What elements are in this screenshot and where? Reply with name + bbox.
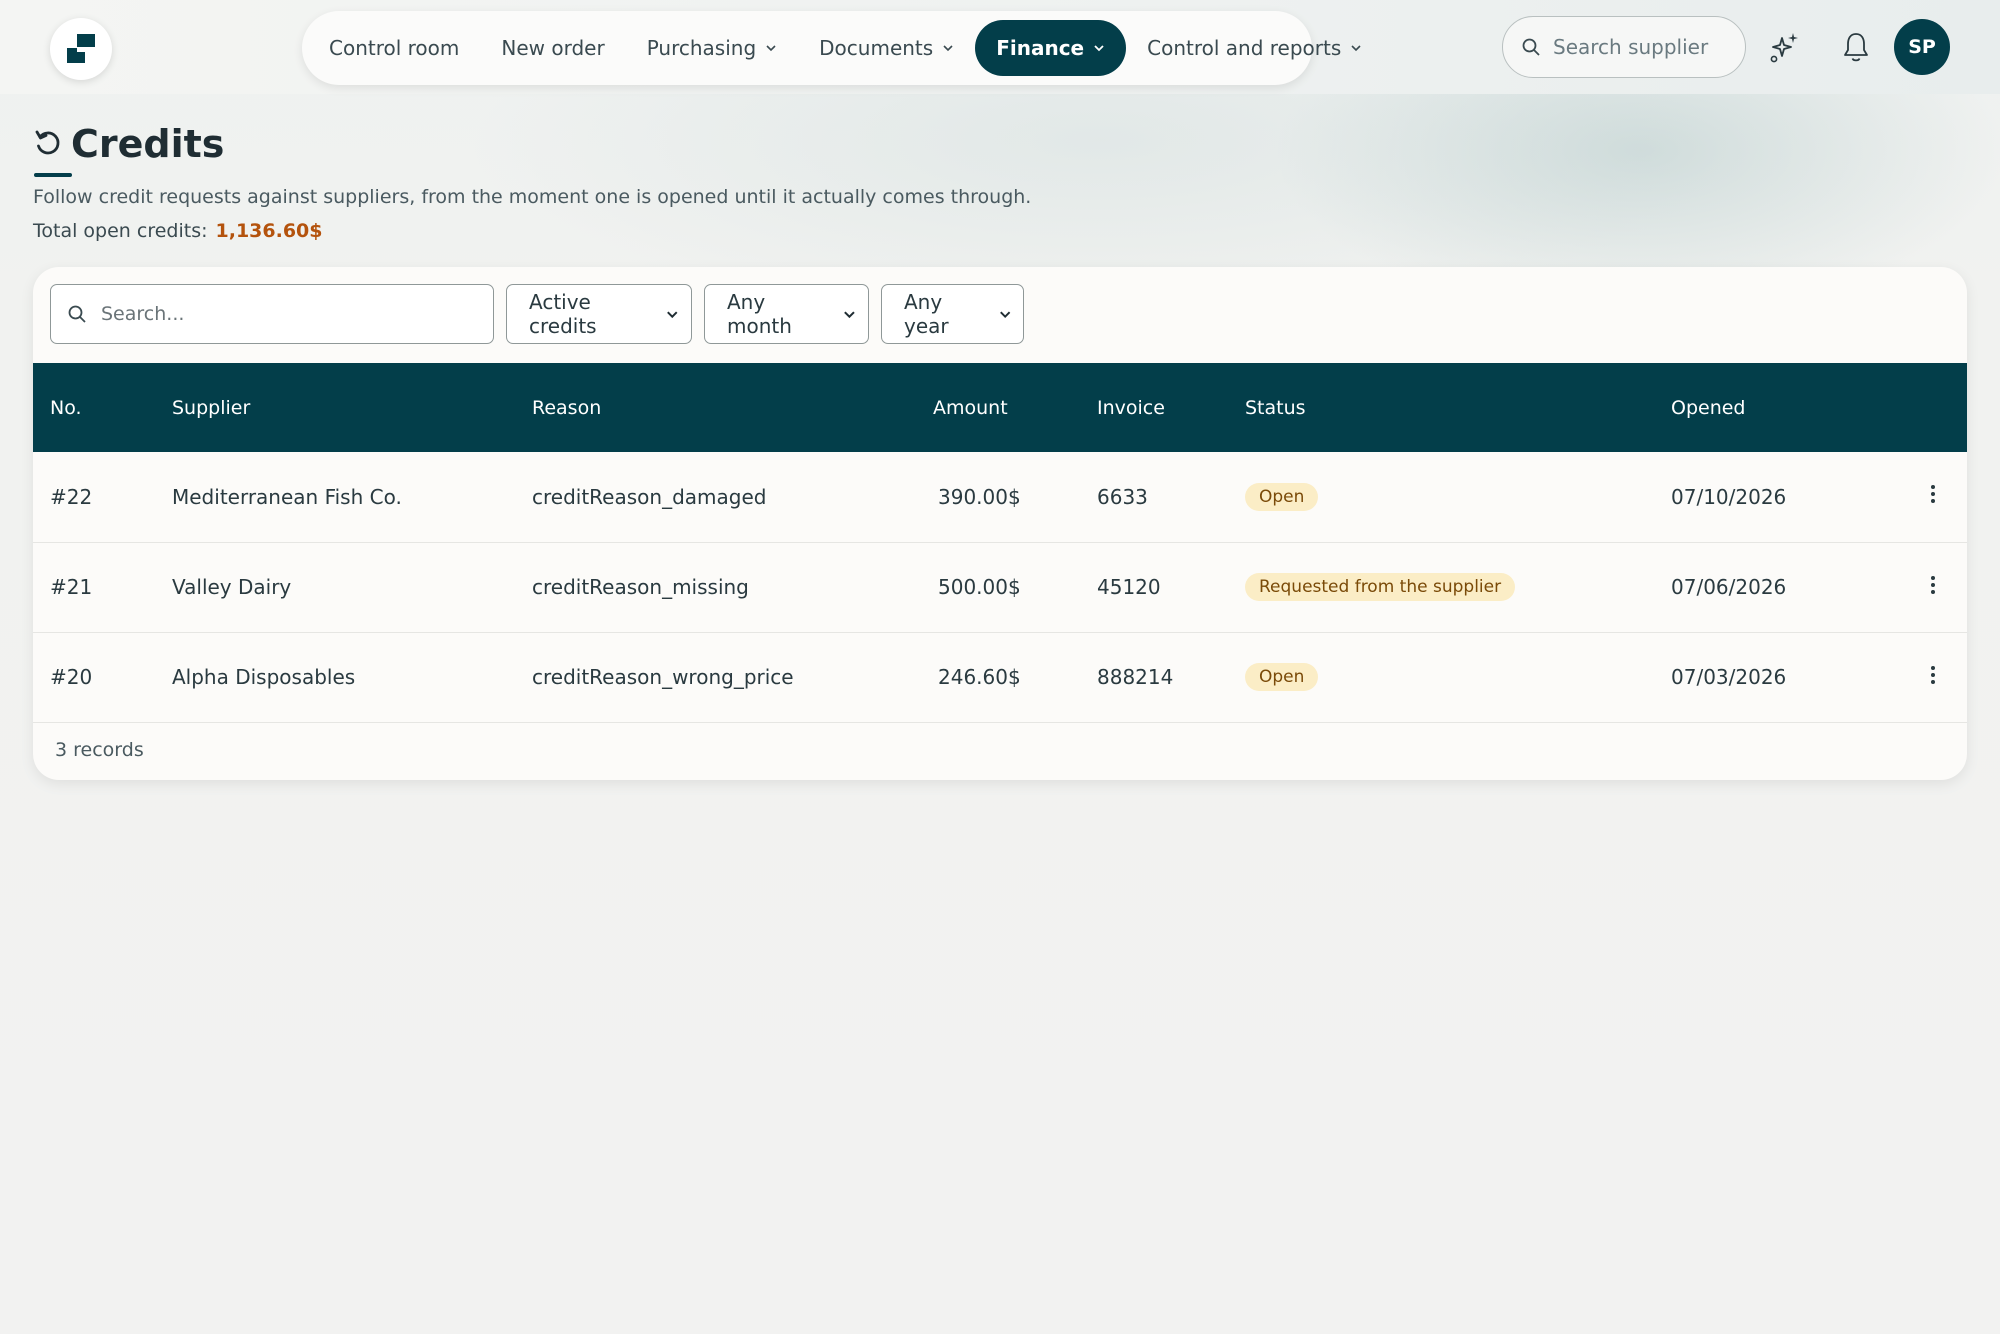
- supplier-search-input[interactable]: [1553, 35, 1723, 59]
- column-header-amount[interactable]: Amount: [933, 363, 1097, 452]
- nav-purchasing[interactable]: Purchasing: [626, 20, 798, 76]
- status-badge: Open: [1245, 663, 1319, 691]
- cell-no: #21: [50, 575, 93, 599]
- nav-label: Purchasing: [646, 36, 757, 60]
- page-header: Credits: [33, 122, 224, 166]
- column-header-status[interactable]: Status: [1245, 363, 1671, 452]
- cell-no: #22: [50, 484, 93, 509]
- cell-actions: [1899, 632, 1967, 722]
- more-options-icon[interactable]: [1930, 482, 1936, 506]
- records-count: 3 records: [55, 739, 144, 761]
- filter-bar: Active credits Any month Any year: [50, 284, 1024, 344]
- table-search-input[interactable]: [101, 303, 471, 325]
- table-row[interactable]: #22 Mediterranean Fish Co. creditReason_…: [33, 452, 1967, 542]
- cell-reason: creditReason_missing: [532, 575, 749, 599]
- nav-label: Control room: [329, 36, 460, 60]
- cell-amount: 500.00$: [938, 575, 1021, 599]
- column-header-reason[interactable]: Reason: [532, 363, 933, 452]
- chevron-down-icon: [667, 311, 678, 319]
- nav-label: Documents: [819, 36, 934, 60]
- column-header-actions: [1899, 363, 1967, 452]
- credits-table: No. Supplier Reason Amount Invoice Statu…: [33, 363, 1967, 723]
- chevron-down-icon: [1351, 45, 1361, 52]
- total-value: 1,136.60$: [215, 220, 323, 242]
- year-filter-select[interactable]: Any year: [881, 284, 1024, 344]
- logo-icon: [67, 34, 95, 63]
- status-badge: Open: [1245, 482, 1319, 511]
- cell-reason: creditReason_wrong_price: [532, 665, 794, 689]
- cell-opened: 07/10/2026: [1671, 484, 1787, 509]
- chevron-down-icon: [999, 311, 1010, 319]
- cell-invoice: 888214: [1097, 665, 1174, 689]
- chevron-down-icon: [844, 311, 855, 319]
- page-title: Credits: [71, 122, 225, 166]
- cell-amount: 246.60$: [938, 665, 1021, 689]
- cell-supplier: Valley Dairy: [172, 575, 292, 599]
- nav-new-order[interactable]: New order: [480, 20, 625, 76]
- page-subtitle: Follow credit requests against suppliers…: [33, 186, 1032, 208]
- select-value: Active credits: [529, 290, 597, 338]
- credits-card: Active credits Any month Any year No. Su…: [33, 267, 1967, 780]
- month-filter-select[interactable]: Any month: [704, 284, 869, 344]
- table-search-box[interactable]: [50, 284, 494, 344]
- nav-control-room[interactable]: Control room: [308, 20, 480, 76]
- chevron-down-icon: [943, 45, 953, 52]
- cell-amount: 390.00$: [938, 484, 1021, 509]
- cell-opened: 07/03/2026: [1671, 665, 1787, 689]
- select-value: Any month: [727, 290, 792, 338]
- chevron-down-icon: [766, 45, 776, 52]
- top-bar: Control room New order Purchasing Docume…: [0, 0, 2000, 94]
- cell-actions: [1899, 542, 1967, 632]
- status-badge: Requested from the supplier: [1245, 573, 1516, 601]
- cell-actions: [1899, 452, 1967, 542]
- table-row[interactable]: #21 Valley Dairy creditReason_missing 50…: [33, 542, 1967, 632]
- cell-status: Open: [1245, 632, 1671, 722]
- nav-documents[interactable]: Documents: [798, 20, 975, 76]
- cell-supplier: Alpha Disposables: [172, 665, 356, 689]
- cell-status: Open: [1245, 452, 1671, 542]
- column-header-opened[interactable]: Opened: [1671, 363, 1899, 452]
- total-label: Total open credits:: [33, 220, 208, 242]
- search-icon: [68, 305, 86, 323]
- total-open-credits: Total open credits: 1,136.60$: [33, 220, 322, 242]
- cell-supplier: Mediterranean Fish Co.: [172, 484, 402, 509]
- status-filter-select[interactable]: Active credits: [506, 284, 692, 344]
- app-logo[interactable]: [50, 18, 112, 80]
- title-underline: [34, 173, 72, 177]
- table-row[interactable]: #20 Alpha Disposables creditReason_wrong…: [33, 632, 1967, 722]
- sparkle-ai-icon[interactable]: [1768, 30, 1802, 64]
- search-icon: [1522, 38, 1540, 56]
- more-options-icon[interactable]: [1930, 663, 1936, 687]
- nav-label: Finance: [996, 36, 1085, 60]
- user-avatar[interactable]: SP: [1894, 19, 1950, 75]
- supplier-search-box[interactable]: [1502, 16, 1746, 78]
- cell-invoice: 6633: [1097, 484, 1148, 509]
- cell-reason: creditReason_damaged: [532, 484, 767, 509]
- select-value: Any year: [904, 290, 949, 338]
- refresh-icon: [35, 130, 60, 155]
- table-header-row: No. Supplier Reason Amount Invoice Statu…: [33, 363, 1967, 452]
- bell-icon[interactable]: [1840, 30, 1872, 64]
- more-options-icon[interactable]: [1930, 573, 1936, 597]
- nav-control-and-reports[interactable]: Control and reports: [1126, 20, 1383, 76]
- main-nav: Control room New order Purchasing Docume…: [302, 11, 1361, 85]
- cell-invoice: 45120: [1097, 575, 1161, 599]
- avatar-initials: SP: [1908, 36, 1936, 58]
- nav-label: Control and reports: [1147, 36, 1342, 60]
- nav-label: New order: [501, 36, 605, 60]
- column-header-no[interactable]: No.: [33, 363, 172, 452]
- chevron-down-icon: [1094, 45, 1104, 52]
- cell-opened: 07/06/2026: [1671, 575, 1787, 599]
- cell-status: Requested from the supplier: [1245, 542, 1671, 632]
- nav-finance[interactable]: Finance: [975, 20, 1127, 76]
- column-header-supplier[interactable]: Supplier: [172, 363, 532, 452]
- column-header-invoice[interactable]: Invoice: [1097, 363, 1245, 452]
- cell-no: #20: [50, 665, 93, 689]
